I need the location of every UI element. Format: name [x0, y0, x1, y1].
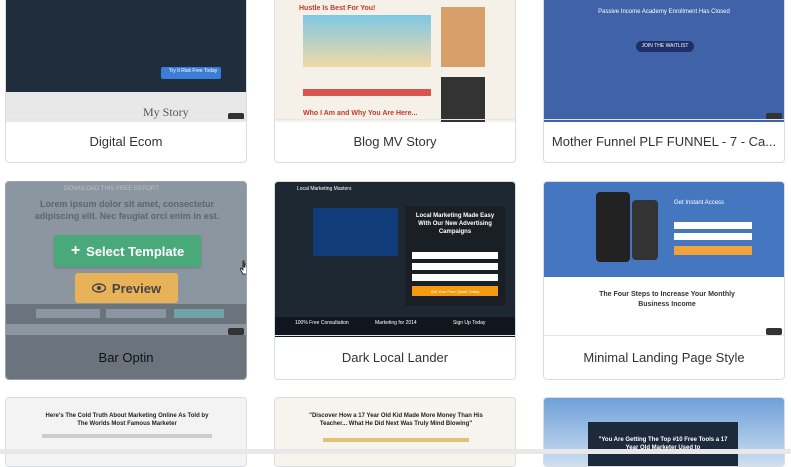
- template-thumbnail: DOWNLOAD THIS FREE REPORT: Lorem ipsum d…: [6, 182, 246, 337]
- template-grid: Try It Risk Free Today My Story Digital …: [0, 0, 791, 467]
- thumb-heading: "Discover How a 17 Year Old Kid Made Mor…: [309, 413, 483, 427]
- thumb-heading: My Story: [143, 105, 189, 119]
- thumb-small-heading: DOWNLOAD THIS FREE REPORT:: [64, 186, 160, 192]
- template-thumbnail: "You Are Getting The Top #10 Free Tools …: [544, 398, 784, 466]
- template-thumbnail: Here's The Cold Truth About Marketing On…: [6, 398, 246, 466]
- plus-icon: +: [70, 242, 81, 259]
- template-title: Dark Local Lander: [275, 335, 515, 379]
- template-thumbnail: Hustle Is Best For You! Who I Am and Why…: [275, 0, 515, 122]
- template-thumbnail: Local Marketing Masters Local Marketing …: [275, 182, 515, 337]
- info-strip-2: Marketing for 2014: [375, 320, 417, 326]
- template-card-cold-truth[interactable]: Here's The Cold Truth About Marketing On…: [5, 397, 247, 467]
- template-card-dark-local-lander[interactable]: Local Marketing Masters Local Marketing …: [274, 181, 516, 380]
- cta-text: Try It Risk Free Today: [168, 68, 218, 74]
- select-template-label: Select Template: [86, 243, 185, 259]
- thumb-heading: Hustle Is Best For You!: [299, 5, 376, 12]
- thumb-heading: Local Marketing Made Easy With Our New A…: [415, 213, 495, 235]
- thumb-heading: Lorem ipsum dolor sit amet, consectetur …: [34, 199, 220, 221]
- template-thumbnail: "Discover How a 17 Year Old Kid Made Mor…: [275, 398, 515, 466]
- thumb-brand: Local Marketing Masters: [297, 186, 352, 192]
- template-card-minimal-landing[interactable]: Get Instant Access The Four Steps to Inc…: [543, 181, 785, 380]
- thumb-subheading: Who I Am and Why You Are Here...: [303, 110, 418, 117]
- preview-button[interactable]: Preview: [75, 273, 178, 303]
- template-card-bar-optin[interactable]: DOWNLOAD THIS FREE REPORT: Lorem ipsum d…: [5, 181, 247, 380]
- template-thumbnail: Get Instant Access The Four Steps to Inc…: [544, 182, 784, 337]
- eye-icon: [91, 281, 107, 296]
- viewport-bottom-edge: [0, 449, 791, 454]
- template-card-digital-ecom[interactable]: Try It Risk Free Today My Story Digital …: [5, 0, 247, 163]
- thumb-heading: Here's The Cold Truth About Marketing On…: [45, 413, 209, 427]
- template-title: Blog MV Story: [275, 119, 515, 162]
- template-thumbnail: Try It Risk Free Today My Story: [6, 0, 246, 122]
- template-card-mother-funnel[interactable]: Passive Income Academy Enrollment Has Cl…: [543, 0, 785, 163]
- template-title: Minimal Landing Page Style: [544, 335, 784, 379]
- thumb-heading: Passive Income Academy Enrollment Has Cl…: [598, 9, 730, 15]
- template-title: Bar Optin: [6, 335, 246, 379]
- select-template-button[interactable]: + Select Template: [54, 235, 201, 267]
- info-strip-1: 100% Free Consultation: [295, 320, 349, 326]
- cta-text: JOIN THE WAITLIST: [641, 43, 689, 49]
- info-strip-3: Sign Up Today: [453, 320, 486, 326]
- template-card-17-year-old[interactable]: "Discover How a 17 Year Old Kid Made Mor…: [274, 397, 516, 467]
- template-title: Mother Funnel PLF FUNNEL - 7 - Ca...: [544, 119, 784, 162]
- badge: [766, 328, 782, 335]
- mouse-cursor-icon: [239, 260, 246, 281]
- template-card-top-10-tools[interactable]: "You Are Getting The Top #10 Free Tools …: [543, 397, 785, 467]
- template-card-blog-mv-story[interactable]: Hustle Is Best For You! Who I Am and Why…: [274, 0, 516, 163]
- cta-text: Get Your Free Quote Today: [430, 289, 480, 294]
- badge: [228, 328, 244, 335]
- template-thumbnail: Passive Income Academy Enrollment Has Cl…: [544, 0, 784, 122]
- thumb-heading: Get Instant Access: [674, 200, 725, 206]
- thumb-subheading: The Four Steps to Increase Your Monthly …: [599, 291, 735, 308]
- template-title: Digital Ecom: [6, 119, 246, 162]
- preview-label: Preview: [111, 280, 162, 296]
